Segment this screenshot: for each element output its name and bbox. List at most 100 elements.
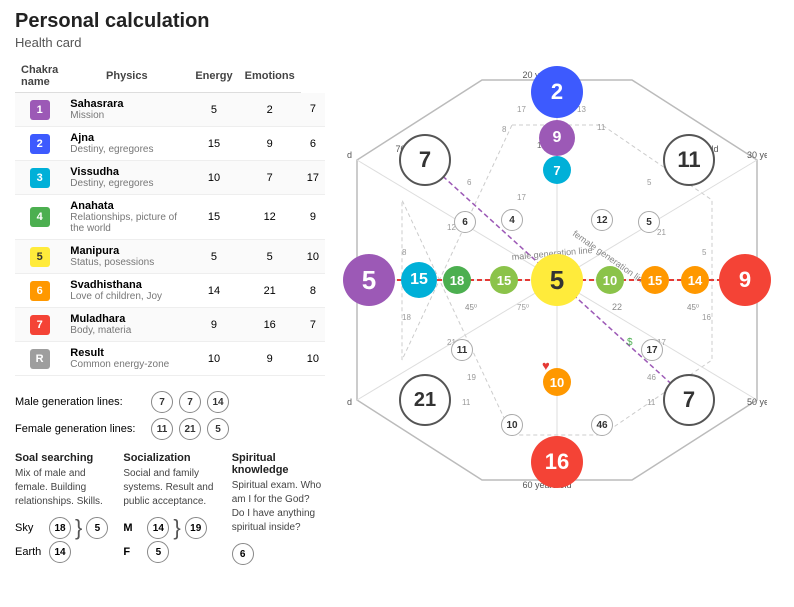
chakra-energy-cell: 2 [239,93,301,127]
chakra-number-badge: 7 [30,315,50,335]
m-label: M [123,522,143,534]
f-val: 5 [147,541,169,563]
svg-text:55 years old: 55 years old [347,397,352,407]
node-left-inner2: 18 [443,266,471,294]
svg-text:75⁰: 75⁰ [517,303,529,312]
chakra-emotions-cell: 10 [301,342,325,376]
social-title: Socialization [123,452,216,464]
node-bottom-right: 7 [663,374,715,426]
chakra-number-badge: 5 [30,247,50,267]
table-row: 1SahasraraMission527 [15,93,325,127]
diagram-container: male generation line female generation l… [347,70,767,490]
chakra-number-badge: 4 [30,207,50,227]
m-val: 14 [147,517,169,539]
node-center: 5 [531,254,583,306]
chakra-energy-cell: 5 [239,240,301,274]
sky-result: 5 [86,517,108,539]
node-tiny-1: 4 [501,209,523,231]
chakra-physics-cell: 10 [189,342,238,376]
svg-text:5: 5 [702,248,707,257]
chakra-physics-cell: 5 [189,93,238,127]
sky-brace: } [75,517,82,539]
spiritual-col: Spiritual knowledge Spiritual exam. Who … [232,452,325,565]
chakra-name-cell: ResultCommon energy-zone [64,342,189,376]
node-center-right: 10 [596,266,624,294]
m-row: M 14 } 19 [123,517,216,539]
m-brace: } [173,517,180,539]
svg-text:11: 11 [597,123,606,132]
col-header-name: Chakra name [15,60,64,93]
chakra-energy-cell: 9 [239,342,301,376]
svg-text:5: 5 [647,178,652,187]
chakra-name-cell: ManipuraStatus, posessions [64,240,189,274]
node-top-left: 7 [399,134,451,186]
chakra-physics-cell: 9 [189,308,238,342]
node-bottom-left: 21 [399,374,451,426]
chakra-emotions-cell: 9 [301,195,325,240]
male-gen-label: Male generation lines: [15,396,145,408]
node-bottom-inner: 10 [543,368,571,396]
mf-section: M 14 } 19 F 5 [123,517,216,563]
svg-text:17: 17 [517,105,526,114]
node-tiny-6: 46 [591,414,613,436]
f-row: F 5 [123,541,216,563]
chakra-number-badge: 2 [30,134,50,154]
chakra-name-cell: AnahataRelationships, picture of the wor… [64,195,189,240]
generation-lines: Male generation lines: 7 7 14 Female gen… [15,391,325,440]
svg-text:45⁰: 45⁰ [687,303,699,312]
svg-text:10 years old: 10 years old [347,150,352,160]
chakra-physics-cell: 10 [189,161,238,195]
chakra-energy-cell: 21 [239,274,301,308]
table-row: RResultCommon energy-zone10910 [15,342,325,376]
table-row: 5ManipuraStatus, posessions5510 [15,240,325,274]
node-top-right: 11 [663,134,715,186]
chakra-number-badge: 6 [30,281,50,301]
svg-text:11: 11 [647,398,656,407]
chakra-name-cell: AjnaDestiny, egregores [64,127,189,161]
node-tiny-8: 5 [638,211,660,233]
chakra-emotions-cell: 10 [301,240,325,274]
chakra-physics-cell: 14 [189,274,238,308]
female-val-1: 11 [151,418,173,440]
sky-row: Sky 18 } 5 [15,517,108,539]
svg-text:19: 19 [467,373,476,382]
earth-row: Earth 14 [15,541,108,563]
svg-text:6: 6 [467,178,472,187]
col-header-emotions: Emotions [239,60,301,93]
node-tiny-3: 11 [451,339,473,361]
page-subtitle: Health card [15,35,779,50]
col-header-energy: Energy [189,60,238,93]
chakra-number-badge: 3 [30,168,50,188]
chakra-name-cell: SahasraraMission [64,93,189,127]
left-panel: Chakra name Physics Energy Emotions 1Sah… [15,60,325,565]
svg-text:21: 21 [657,228,666,237]
earth-label: Earth [15,546,45,558]
f-label: F [123,546,143,558]
sky-val: 18 [49,517,71,539]
social-text: Social and family systems. Result and pu… [123,467,216,509]
chakra-number-badge: 1 [30,100,50,120]
male-val-2: 7 [179,391,201,413]
node-right-inner1: 15 [641,266,669,294]
spiritual-text: Spiritual exam. Who am I for the God? Do… [232,479,325,535]
chakra-physics-cell: 15 [189,127,238,161]
bottom-section: Soal searching Mix of male and female. B… [15,452,325,565]
chakra-emotions-cell: 7 [301,308,325,342]
svg-text:18: 18 [402,313,411,322]
right-panel: male generation line female generation l… [335,60,779,540]
female-gen-line-row: Female generation lines: 11 21 5 [15,418,325,440]
node-tiny-7: 6 [454,211,476,233]
female-gen-label: Female generation lines: [15,423,145,435]
node-center-left: 15 [490,266,518,294]
chakra-name-cell: MuladharaBody, materia [64,308,189,342]
male-val-3: 14 [207,391,229,413]
node-tiny-2: 12 [591,209,613,231]
svg-text:17: 17 [517,193,526,202]
svg-text:50 years old: 50 years old [747,397,767,407]
soal-searching-col: Soal searching Mix of male and female. B… [15,452,108,565]
chakra-emotions-cell: 6 [301,127,325,161]
node-bottom: 16 [531,436,583,488]
chakra-physics-cell: 15 [189,195,238,240]
main-content: Chakra name Physics Energy Emotions 1Sah… [15,60,779,565]
node-left: 5 [343,254,395,306]
